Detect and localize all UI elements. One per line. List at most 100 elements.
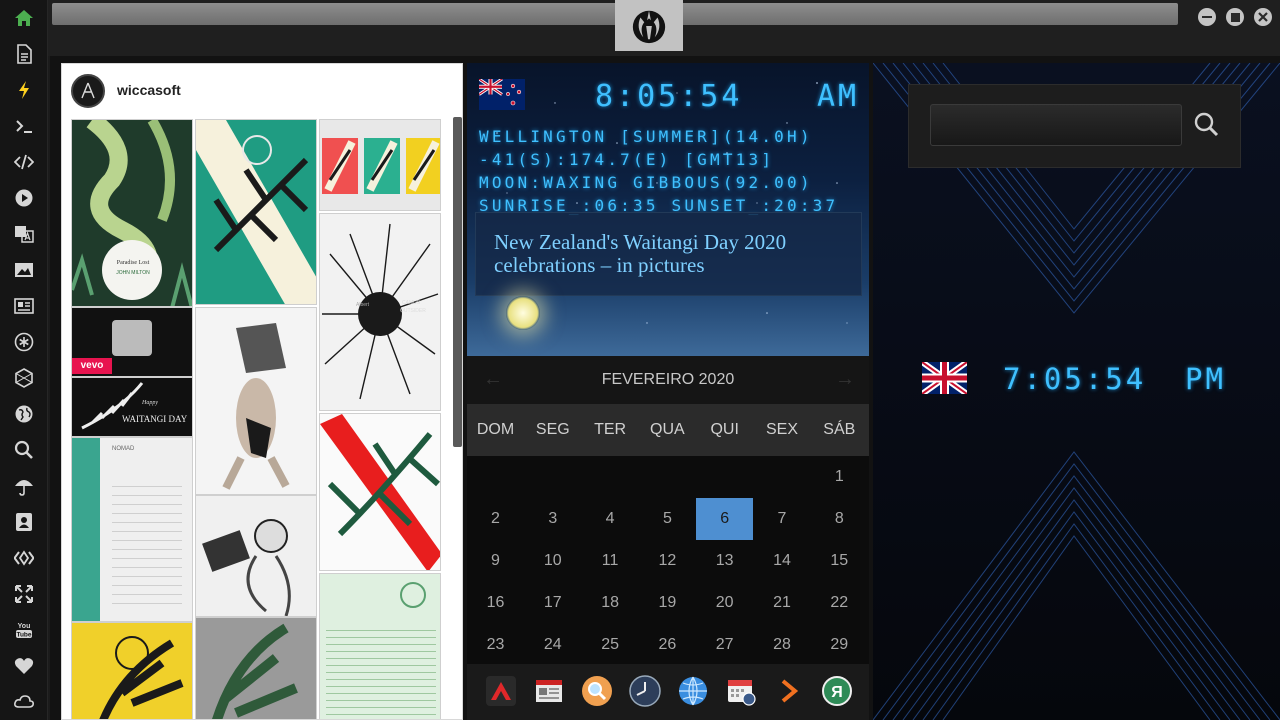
dock-clock-icon[interactable] (628, 674, 662, 708)
calendar-day[interactable]: 9 (467, 540, 524, 582)
moon-icon (506, 296, 540, 330)
calendar-day[interactable]: 19 (639, 582, 696, 624)
contact-icon[interactable] (12, 510, 36, 534)
calendar-day[interactable]: 4 (582, 498, 639, 540)
play-icon[interactable] (12, 186, 36, 210)
terminal-icon[interactable] (12, 114, 36, 138)
calendar-day-today[interactable]: 6 (696, 498, 754, 540)
calendar-day[interactable]: 14 (754, 540, 811, 582)
pin-nomad-book[interactable]: NOMAD (71, 437, 193, 622)
calendar-day[interactable]: 26 (639, 624, 696, 666)
weekday-label: QUI (710, 421, 739, 438)
calendar-day[interactable]: 22 (811, 582, 868, 624)
umbrella-icon[interactable] (12, 474, 36, 498)
weekday-label: DOM (476, 421, 515, 438)
pin-report-card[interactable] (319, 573, 441, 719)
hexagon-icon[interactable] (12, 366, 36, 390)
pin-yellow-palm[interactable] (71, 622, 193, 719)
svg-text:Tube: Tube (16, 632, 31, 639)
search-input[interactable] (930, 104, 1182, 146)
calendar-day[interactable]: 29 (811, 624, 868, 666)
calendar-day[interactable]: 13 (696, 540, 753, 582)
avatar[interactable] (71, 74, 105, 108)
dock-calendar-icon[interactable] (724, 674, 758, 708)
scrollbar[interactable] (453, 117, 462, 447)
pin-title: NOMAD (112, 446, 135, 452)
pin-waitangi-day[interactable]: Happy WAITANGI DAY (71, 377, 193, 437)
search-widget (908, 84, 1241, 168)
minimize-button[interactable] (1198, 8, 1216, 26)
dock-globe-icon[interactable] (676, 674, 710, 708)
fullscreen-icon[interactable] (12, 582, 36, 606)
home-icon[interactable] (12, 6, 36, 30)
close-button[interactable] (1254, 8, 1272, 26)
next-month-button[interactable]: → (835, 368, 855, 391)
pin-title: Paradise Lost (116, 260, 150, 266)
dock-news-icon[interactable] (532, 674, 566, 708)
vevo-logo: vevo (72, 358, 112, 374)
pin-teal-feather[interactable] (195, 119, 317, 305)
calendar-day[interactable]: 23 (467, 624, 524, 666)
calendar-day[interactable]: 18 (582, 582, 639, 624)
newspaper-icon[interactable] (12, 294, 36, 318)
heart-icon[interactable] (12, 654, 36, 678)
pin-green-leaf[interactable] (195, 617, 317, 719)
weekday-label: SEX (765, 421, 798, 438)
search-icon (1194, 112, 1219, 137)
dock-yandex-icon[interactable]: Я (820, 674, 854, 708)
pin-outsider[interactable]: Albert CAMUS OUTSIDER (319, 213, 441, 411)
close-icon (1258, 12, 1268, 22)
username[interactable]: wiccasoft (117, 82, 181, 98)
pin-vevo-black-panther[interactable]: vevo (71, 307, 193, 377)
calendar-day[interactable]: 27 (696, 624, 753, 666)
pin-paradise-lost[interactable]: Paradise Lost JOHN MILTON (71, 119, 193, 307)
pin-reading-girl[interactable] (195, 495, 317, 617)
calendar-day[interactable]: 2 (467, 498, 524, 540)
desktop-screen: You Tube wiccasoft Paradise Lost JOHN MI… (0, 0, 1280, 720)
calendar-day[interactable]: 1 (811, 456, 868, 498)
weekday-label: SÁB (823, 421, 856, 438)
calendar-day[interactable]: 7 (754, 498, 811, 540)
pin-dancer-sketch[interactable] (195, 307, 317, 495)
calendar-day[interactable]: 5 (639, 498, 696, 540)
translate-icon[interactable] (12, 222, 36, 246)
image-icon[interactable] (12, 258, 36, 282)
dock-search-icon[interactable] (580, 674, 614, 708)
pin-three-cards[interactable] (319, 119, 441, 211)
calendar-day[interactable]: 21 (754, 582, 811, 624)
uk-ampm: PM (1185, 362, 1226, 396)
cloud-icon[interactable] (12, 690, 36, 714)
search-button[interactable] (1189, 107, 1223, 141)
pin-title: CAMUS (402, 300, 421, 306)
calendar-day[interactable]: 8 (811, 498, 868, 540)
calendar-day[interactable]: 3 (524, 498, 581, 540)
embed-icon[interactable] (12, 546, 36, 570)
calendar-day[interactable]: 16 (467, 582, 524, 624)
calendar-day[interactable]: 12 (639, 540, 696, 582)
globe-icon[interactable] (12, 402, 36, 426)
search-icon[interactable] (12, 438, 36, 462)
asterisk-icon[interactable] (12, 330, 36, 354)
calendar-day[interactable]: 17 (524, 582, 581, 624)
calendar-day[interactable]: 20 (696, 582, 753, 624)
calendar-day[interactable]: 11 (582, 540, 639, 582)
lightning-icon[interactable] (12, 78, 36, 102)
code-icon[interactable] (12, 150, 36, 174)
calendar-day[interactable]: 15 (811, 540, 868, 582)
active-tab[interactable] (615, 0, 683, 51)
dock-red-mountain-icon[interactable] (484, 674, 518, 708)
calendar-day[interactable]: 28 (754, 624, 811, 666)
pin-red-x-palm[interactable] (319, 413, 441, 571)
nz-ampm: AM (817, 79, 860, 114)
document-icon[interactable] (12, 42, 36, 66)
calendar-month-title: FEVEREIRO 2020 (601, 371, 735, 388)
calendar-day[interactable]: 24 (524, 624, 581, 666)
calendar-day[interactable]: 25 (582, 624, 639, 666)
calendar-day[interactable]: 10 (524, 540, 581, 582)
news-headline[interactable]: New Zealand's Waitangi Day 2020 celebrat… (494, 231, 844, 277)
dock-arrow-icon[interactable] (772, 674, 806, 708)
news-headline-card[interactable]: New Zealand's Waitangi Day 2020 celebrat… (475, 212, 862, 296)
maximize-button[interactable] (1226, 8, 1244, 26)
youtube-icon[interactable]: You Tube (12, 618, 36, 642)
svg-text:Я: Я (831, 684, 843, 701)
